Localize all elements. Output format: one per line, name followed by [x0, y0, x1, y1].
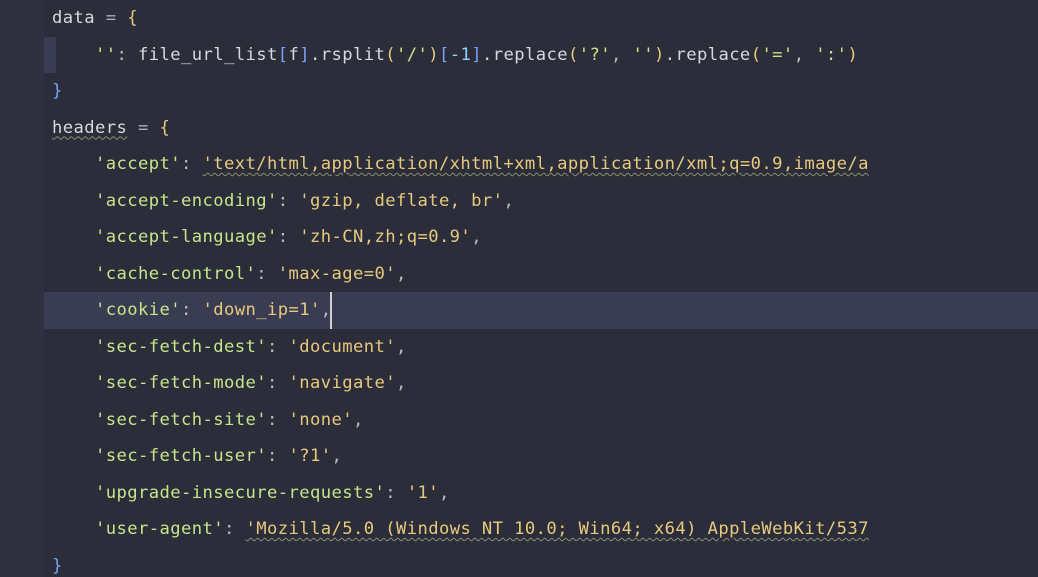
- token: .rsplit: [310, 45, 385, 65]
- token: :: [117, 45, 139, 65]
- token: :: [385, 483, 407, 503]
- token: {: [159, 118, 170, 138]
- code-line[interactable]: 'accept-language': 'zh-CN,zh;q=0.9',: [44, 219, 1038, 256]
- editor-gutter: [0, 0, 44, 577]
- token: ,: [331, 446, 342, 466]
- code-line[interactable]: 'cookie': 'down_ip=1',: [44, 292, 1038, 329]
- token: file_url_list: [138, 45, 278, 65]
- token: ,: [396, 373, 407, 393]
- token: data: [52, 8, 95, 28]
- code-line[interactable]: }: [44, 548, 1038, 577]
- token: ,: [611, 45, 633, 65]
- token: :: [267, 373, 289, 393]
- code-line[interactable]: }: [44, 73, 1038, 110]
- token: -1: [450, 45, 472, 65]
- code-line[interactable]: 'sec-fetch-mode': 'navigate',: [44, 365, 1038, 402]
- token: 'sec-fetch-user': [95, 446, 267, 466]
- token: 'upgrade-insecure-requests': [95, 483, 385, 503]
- token: :: [267, 337, 289, 357]
- token: }: [52, 556, 63, 576]
- code-line[interactable]: 'upgrade-insecure-requests': '1',: [44, 475, 1038, 512]
- token: :: [256, 264, 278, 284]
- code-line[interactable]: 'sec-fetch-site': 'none',: [44, 402, 1038, 439]
- token: 'cache-control': [95, 264, 256, 284]
- code-line[interactable]: headers = {: [44, 110, 1038, 147]
- token: ,: [396, 337, 407, 357]
- token: ,: [471, 227, 482, 247]
- token: [: [278, 45, 289, 65]
- token: .replace: [665, 45, 751, 65]
- text-caret: [330, 292, 332, 329]
- token: }: [52, 81, 63, 101]
- code-line[interactable]: data = {: [44, 0, 1038, 37]
- code-line[interactable]: 'sec-fetch-user': '?1',: [44, 438, 1038, 475]
- token: :: [267, 446, 289, 466]
- token: 'Mozilla/5.0 (Windows NT 10.0; Win64; x6…: [245, 519, 868, 539]
- token: ,: [794, 45, 816, 65]
- token: (: [751, 45, 762, 65]
- indent-stripe: [44, 37, 56, 74]
- code-line[interactable]: '': file_url_list[f].rsplit('/')[-1].rep…: [44, 37, 1038, 74]
- token: headers: [52, 118, 127, 138]
- token: 'accept': [95, 154, 181, 174]
- token: 'sec-fetch-site': [95, 410, 267, 430]
- token: 'navigate': [288, 373, 395, 393]
- token: '=': [761, 45, 793, 65]
- token: ): [654, 45, 665, 65]
- token: '': [632, 45, 654, 65]
- code-line[interactable]: 'user-agent': 'Mozilla/5.0 (Windows NT 1…: [44, 511, 1038, 548]
- code-line[interactable]: 'accept': 'text/html,application/xhtml+x…: [44, 146, 1038, 183]
- token: 'max-age=0': [278, 264, 396, 284]
- token: '/': [396, 45, 428, 65]
- token: 'gzip, deflate, br': [299, 191, 503, 211]
- token: ,: [439, 483, 450, 503]
- token: ): [847, 45, 858, 65]
- code-line[interactable]: 'sec-fetch-dest': 'document',: [44, 329, 1038, 366]
- token: :: [278, 191, 300, 211]
- token: {: [127, 8, 138, 28]
- token: =: [127, 118, 159, 138]
- token: :: [224, 519, 246, 539]
- token: f: [288, 45, 299, 65]
- token: (: [385, 45, 396, 65]
- code-line[interactable]: 'accept-encoding': 'gzip, deflate, br',: [44, 183, 1038, 220]
- token: 'accept-language': [95, 227, 278, 247]
- token: 'down_ip=1': [202, 300, 320, 320]
- token: ): [428, 45, 439, 65]
- token: 'zh-CN,zh;q=0.9': [299, 227, 471, 247]
- token: 'sec-fetch-mode': [95, 373, 267, 393]
- token: 'none': [288, 410, 353, 430]
- token: 'user-agent': [95, 519, 224, 539]
- token: ,: [396, 264, 407, 284]
- token: [: [439, 45, 450, 65]
- token: '?': [579, 45, 611, 65]
- token: =: [95, 8, 127, 28]
- token: ,: [353, 410, 364, 430]
- token: (: [568, 45, 579, 65]
- token: 'cookie': [95, 300, 181, 320]
- token: :: [181, 154, 203, 174]
- token: ':': [815, 45, 847, 65]
- token: 'sec-fetch-dest': [95, 337, 267, 357]
- token: 'document': [288, 337, 395, 357]
- editor-code-area[interactable]: data = { '': file_url_list[f].rsplit('/'…: [44, 0, 1038, 577]
- token: ]: [299, 45, 310, 65]
- token: 'text/html,application/xhtml+xml,applica…: [202, 154, 868, 174]
- token: :: [278, 227, 300, 247]
- token: 'accept-encoding': [95, 191, 278, 211]
- token: '?1': [288, 446, 331, 466]
- token: '': [95, 45, 117, 65]
- token: '1': [407, 483, 439, 503]
- token: ]: [471, 45, 482, 65]
- token: :: [181, 300, 203, 320]
- code-line[interactable]: 'cache-control': 'max-age=0',: [44, 256, 1038, 293]
- token: ,: [503, 191, 514, 211]
- token: :: [267, 410, 289, 430]
- token: .replace: [482, 45, 568, 65]
